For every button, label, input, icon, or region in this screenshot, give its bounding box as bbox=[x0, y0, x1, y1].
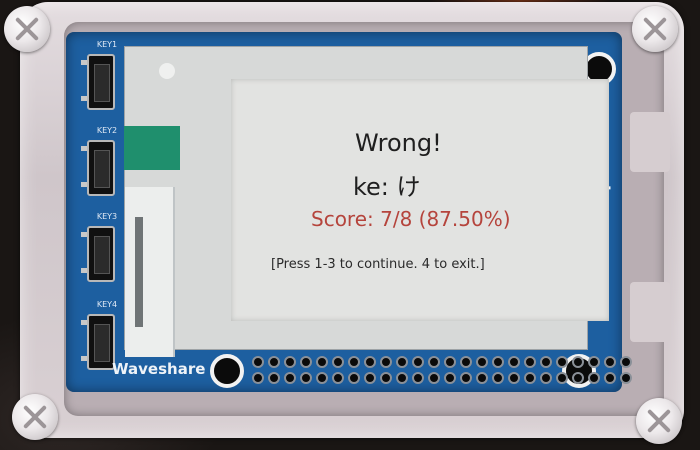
panel-flex-strip bbox=[125, 187, 175, 357]
screw-bottom-right-icon bbox=[636, 398, 682, 444]
key3-button[interactable] bbox=[81, 226, 115, 282]
case-notch-upper bbox=[630, 112, 670, 172]
prompt-text: ke: け bbox=[353, 173, 421, 201]
score-text: Score: 7/8 (87.50%) bbox=[311, 207, 511, 231]
case-notch-lower bbox=[630, 282, 670, 342]
epaper-panel: Wrong! ke: け Score: 7/8 (87.50%) [Press … bbox=[124, 46, 609, 357]
result-text: Wrong! bbox=[355, 129, 442, 157]
key1-label: KEY1 bbox=[96, 40, 118, 49]
instructions-text: [Press 1-3 to continue. 4 to exit.] bbox=[271, 257, 485, 272]
mount-hole-bottom-left-icon bbox=[210, 354, 244, 388]
key4-label: KEY4 bbox=[96, 300, 118, 309]
screw-top-left-icon bbox=[4, 6, 50, 52]
key1-button[interactable] bbox=[81, 54, 115, 110]
brand-logo: Waveshare bbox=[112, 360, 206, 378]
screw-bottom-left-icon bbox=[12, 394, 58, 440]
key4-button[interactable] bbox=[81, 314, 115, 370]
key3-label: KEY3 bbox=[96, 212, 118, 221]
epaper-display: Wrong! ke: け Score: 7/8 (87.50%) [Press … bbox=[231, 79, 609, 321]
gpio-header-row-2 bbox=[252, 372, 632, 384]
key2-label: KEY2 bbox=[96, 126, 118, 135]
pcb-board: KEY1 KEY2 KEY3 KEY4 Waveshare 2.7inch e-… bbox=[66, 32, 632, 392]
screw-top-right-icon bbox=[632, 6, 678, 52]
gpio-header-row-1 bbox=[252, 356, 632, 368]
key2-button[interactable] bbox=[81, 140, 115, 196]
panel-corner-dot bbox=[159, 63, 175, 79]
green-ribbon-connector bbox=[124, 126, 180, 170]
